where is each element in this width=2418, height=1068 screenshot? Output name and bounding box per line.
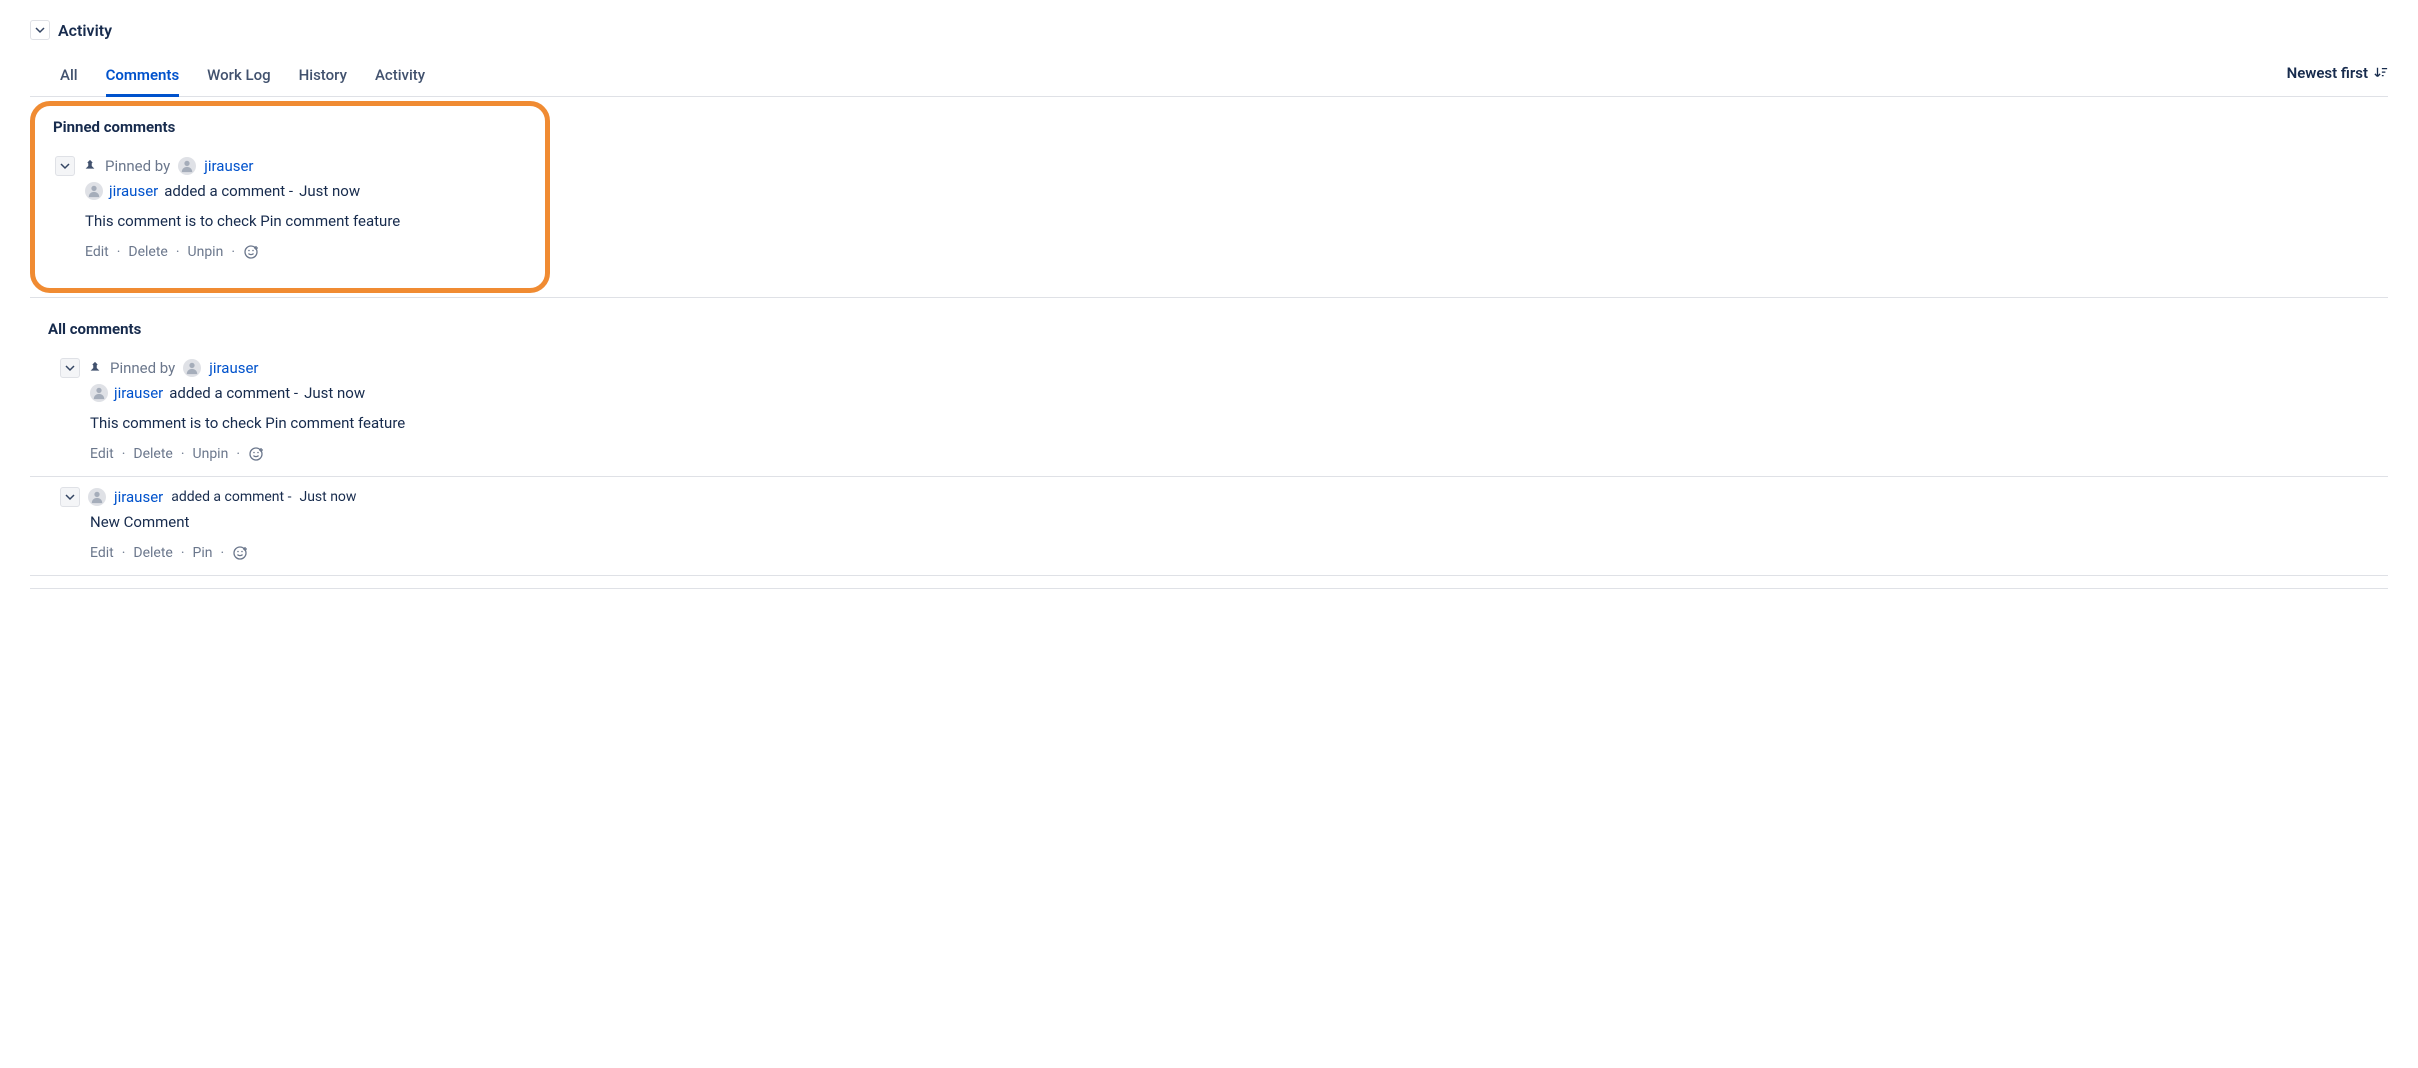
comment-time: Just now	[299, 489, 356, 505]
chevron-down-icon	[65, 492, 75, 502]
comment-action-text: added a comment -	[164, 182, 293, 200]
comment-header-row: jirauser added a comment - Just now	[60, 487, 2388, 507]
comment-author-row: jirauser added a comment - Just now	[85, 182, 531, 200]
separator-dot: ·	[231, 244, 235, 260]
pin-action[interactable]: Pin	[193, 545, 213, 561]
comment-actions: Edit · Delete · Pin ·	[90, 545, 2388, 561]
chevron-down-icon	[35, 25, 45, 35]
avatar	[183, 359, 201, 377]
add-reaction-button[interactable]	[232, 545, 248, 561]
edit-action[interactable]: Edit	[85, 244, 109, 260]
pinned-by-user-link[interactable]: jirauser	[204, 157, 253, 175]
pinned-by-label: Pinned by	[105, 157, 170, 175]
comment-action-text: added a comment -	[171, 489, 291, 505]
separator-dot: ·	[117, 244, 121, 260]
tab-comments[interactable]: Comments	[106, 58, 180, 97]
separator-dot: ·	[236, 446, 240, 462]
comment-action-text: added a comment -	[169, 384, 298, 402]
avatar	[178, 157, 196, 175]
pinned-comments-highlight: Pinned comments Pinned by jirauser jirau…	[30, 101, 550, 293]
add-reaction-button[interactable]	[243, 244, 259, 260]
pinned-comments-heading: Pinned comments	[53, 118, 531, 136]
chevron-down-icon	[65, 363, 75, 373]
pinned-by-row: Pinned by jirauser	[55, 156, 531, 176]
pinned-comment: Pinned by jirauser jirauser added a comm…	[49, 146, 531, 274]
pinned-by-label: Pinned by	[110, 359, 175, 377]
separator-dot: ·	[181, 545, 185, 561]
comment-actions: Edit · Delete · Unpin ·	[90, 446, 2388, 462]
all-comments-heading: All comments	[48, 320, 2388, 338]
delete-action[interactable]: Delete	[133, 446, 172, 462]
sort-desc-icon	[2374, 66, 2388, 80]
activity-header: Activity	[30, 20, 2388, 40]
separator-dot: ·	[181, 446, 185, 462]
pinned-by-user-link[interactable]: jirauser	[209, 359, 258, 377]
comment-actions: Edit · Delete · Unpin ·	[85, 244, 531, 260]
separator-dot: ·	[220, 545, 224, 561]
separator-dot: ·	[122, 545, 126, 561]
comment-time: Just now	[304, 384, 365, 402]
divider	[30, 588, 2388, 589]
comment-collapse-toggle[interactable]	[60, 487, 80, 507]
activity-tab-row: All Comments Work Log History Activity N…	[30, 58, 2388, 97]
tab-activity[interactable]: Activity	[375, 58, 425, 97]
activity-tabs: All Comments Work Log History Activity	[60, 58, 2287, 96]
avatar	[90, 384, 108, 402]
tab-worklog[interactable]: Work Log	[207, 58, 270, 97]
activity-collapse-toggle[interactable]	[30, 20, 50, 40]
comment-collapse-toggle[interactable]	[55, 156, 75, 176]
comment-author-link[interactable]: jirauser	[109, 182, 158, 200]
edit-action[interactable]: Edit	[90, 446, 114, 462]
avatar	[85, 182, 103, 200]
comment-body: This comment is to check Pin comment fea…	[85, 212, 531, 230]
comment-author-link[interactable]: jirauser	[114, 384, 163, 402]
sort-label: Newest first	[2287, 64, 2368, 82]
all-comments-section: All comments Pinned by jirauser jirauser…	[30, 297, 2388, 589]
comment-collapse-toggle[interactable]	[60, 358, 80, 378]
unpin-action[interactable]: Unpin	[193, 446, 229, 462]
comment-time: Just now	[299, 182, 360, 200]
comment-body: This comment is to check Pin comment fea…	[90, 414, 2388, 432]
comment-item: jirauser added a comment - Just now New …	[30, 477, 2388, 576]
avatar	[88, 488, 106, 506]
separator-dot: ·	[176, 244, 180, 260]
pin-icon	[83, 159, 97, 173]
pinned-by-row: Pinned by jirauser	[60, 358, 2388, 378]
comment-item: Pinned by jirauser jirauser added a comm…	[30, 348, 2388, 477]
tab-all[interactable]: All	[60, 58, 78, 97]
chevron-down-icon	[60, 161, 70, 171]
tab-history[interactable]: History	[299, 58, 347, 97]
unpin-action[interactable]: Unpin	[188, 244, 224, 260]
sort-button[interactable]: Newest first	[2287, 64, 2388, 90]
edit-action[interactable]: Edit	[90, 545, 114, 561]
comment-author-row: jirauser added a comment - Just now	[90, 384, 2388, 402]
comment-author-link[interactable]: jirauser	[114, 488, 163, 506]
add-reaction-button[interactable]	[248, 446, 264, 462]
pin-icon	[88, 361, 102, 375]
separator-dot: ·	[122, 446, 126, 462]
delete-action[interactable]: Delete	[133, 545, 172, 561]
delete-action[interactable]: Delete	[128, 244, 167, 260]
activity-title: Activity	[58, 21, 112, 40]
comment-body: New Comment	[90, 513, 2388, 531]
